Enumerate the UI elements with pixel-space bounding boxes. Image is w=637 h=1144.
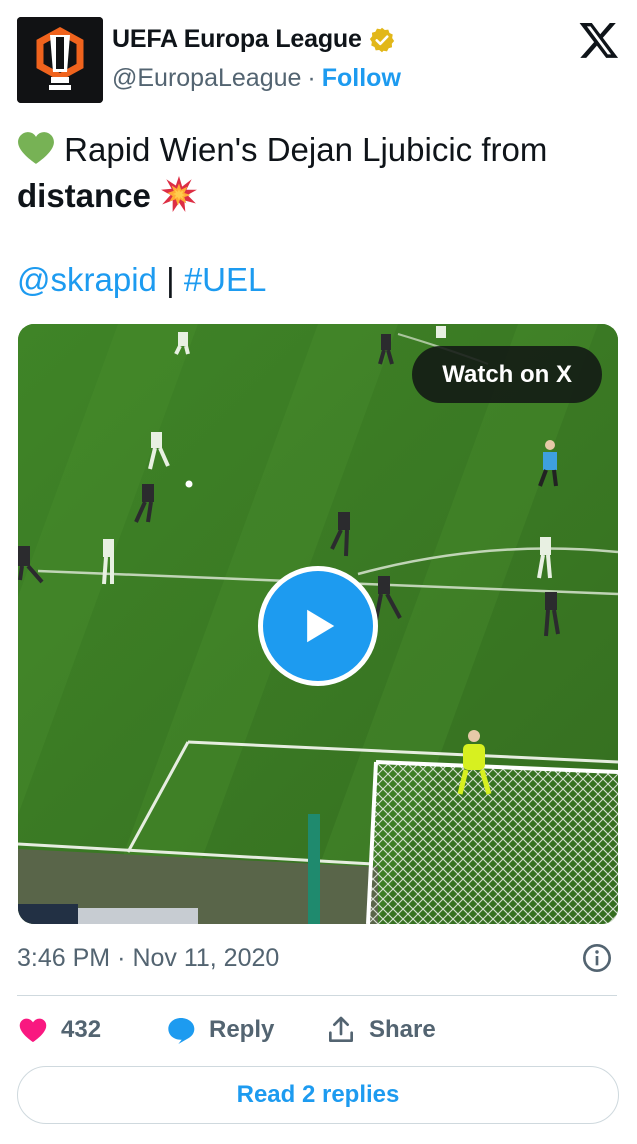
display-name[interactable]: UEFA Europa League bbox=[112, 25, 362, 54]
reply-button[interactable]: Reply bbox=[165, 1014, 325, 1046]
read-replies-button[interactable]: Read 2 replies bbox=[17, 1066, 619, 1124]
tweet-time[interactable]: 3:46 PM bbox=[17, 944, 110, 973]
tweet-text: Rapid Wien's Dejan Ljubicic from distanc… bbox=[17, 127, 617, 219]
heart-icon bbox=[19, 1018, 47, 1042]
like-count: 432 bbox=[61, 1016, 102, 1043]
watch-on-x-button[interactable]: Watch on X bbox=[412, 346, 602, 403]
collision-icon bbox=[161, 176, 198, 212]
europa-league-logo-icon bbox=[17, 17, 103, 103]
tweet-actions: 432 Reply Share bbox=[17, 1010, 617, 1050]
mention-link[interactable]: @skrapid bbox=[17, 261, 157, 298]
info-icon[interactable] bbox=[581, 942, 613, 974]
handle-separator: · bbox=[307, 64, 316, 92]
tweet-date[interactable]: Nov 11, 2020 bbox=[132, 944, 279, 973]
handle[interactable]: @EuropaLeague bbox=[112, 64, 301, 93]
divider bbox=[17, 995, 617, 996]
tweet-text-bold: distance bbox=[17, 177, 151, 214]
share-button[interactable]: Share bbox=[325, 1014, 436, 1046]
like-button[interactable]: 432 bbox=[17, 1014, 165, 1046]
play-icon bbox=[307, 609, 335, 643]
share-icon bbox=[329, 1016, 353, 1042]
x-logo-icon[interactable] bbox=[578, 19, 620, 61]
display-name-row: UEFA Europa League bbox=[112, 25, 396, 54]
hashtag-link[interactable]: #UEL bbox=[184, 261, 267, 298]
share-label: Share bbox=[369, 1016, 436, 1043]
handle-row: @EuropaLeague · Follow bbox=[112, 64, 401, 93]
play-button[interactable] bbox=[258, 566, 378, 686]
video-thumbnail[interactable]: Watch on X bbox=[18, 324, 618, 924]
meta-separator: · bbox=[117, 943, 126, 972]
tweet-timestamp-row: 3:46 PM · Nov 11, 2020 bbox=[17, 940, 617, 976]
tag-separator: | bbox=[166, 261, 175, 298]
follow-button[interactable]: Follow bbox=[322, 64, 401, 93]
tweet-tags: @skrapid | #UEL bbox=[17, 257, 266, 303]
verified-badge-icon bbox=[369, 27, 394, 52]
reply-label: Reply bbox=[209, 1016, 275, 1043]
tweet-header: UEFA Europa League @EuropaLeague · Follo… bbox=[17, 17, 620, 105]
reply-bubble-icon bbox=[168, 1018, 195, 1044]
tweet-text-main: Rapid Wien's Dejan Ljubicic from bbox=[64, 131, 548, 168]
green-heart-icon bbox=[18, 132, 54, 164]
avatar[interactable] bbox=[17, 17, 103, 103]
